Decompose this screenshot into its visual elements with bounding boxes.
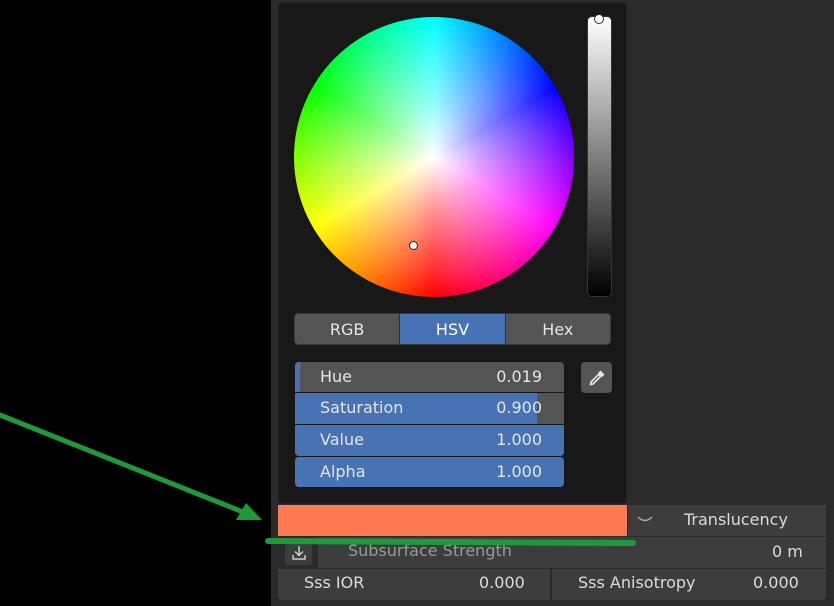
value-label: Value <box>320 430 364 449</box>
sss-ior-label: Sss IOR <box>304 573 365 592</box>
alpha-field[interactable]: Alpha 1.000 <box>295 457 564 487</box>
chevron-down-icon[interactable] <box>636 512 654 526</box>
eyedropper-button[interactable] <box>581 362 612 393</box>
color-mode-tabs: RGB HSV Hex <box>294 313 611 345</box>
tab-hex[interactable]: Hex <box>505 314 610 344</box>
alpha-value: 1.000 <box>496 462 542 481</box>
subsurface-strength-value: 0 m <box>772 542 803 561</box>
sss-anisotropy-label: Sss Anisotropy <box>578 573 696 592</box>
saturation-value: 0.900 <box>496 398 542 417</box>
value-slider-cursor[interactable] <box>594 14 604 24</box>
import-icon[interactable] <box>285 541 312 565</box>
saturation-field[interactable]: Saturation 0.900 <box>295 393 564 424</box>
annotation-arrow-head <box>236 503 262 520</box>
hue-field[interactable]: Hue 0.019 <box>295 362 564 392</box>
sss-anisotropy-value: 0.000 <box>753 573 799 592</box>
color-wheel[interactable] <box>294 17 574 297</box>
tab-hsv[interactable]: HSV <box>400 314 506 344</box>
download-icon <box>291 546 306 560</box>
hue-fill <box>295 362 301 392</box>
hue-value: 0.019 <box>496 367 542 386</box>
annotation-arrow-shaft <box>0 412 251 517</box>
hue-label: Hue <box>320 367 353 386</box>
value-slider[interactable] <box>587 16 612 297</box>
eyedropper-icon <box>588 370 604 386</box>
translucency-label: Translucency <box>684 510 788 529</box>
value-field[interactable]: Value 1.000 <box>295 425 564 456</box>
value-value: 1.000 <box>496 430 542 449</box>
subsurface-strength-label: Subsurface Strength <box>348 541 512 560</box>
color-wheel-cursor[interactable] <box>409 241 418 250</box>
sss-ior-value: 0.000 <box>479 573 525 592</box>
alpha-label: Alpha <box>320 462 366 481</box>
saturation-label: Saturation <box>320 398 404 417</box>
tab-rgb[interactable]: RGB <box>295 314 401 344</box>
color-swatch[interactable] <box>278 505 627 536</box>
